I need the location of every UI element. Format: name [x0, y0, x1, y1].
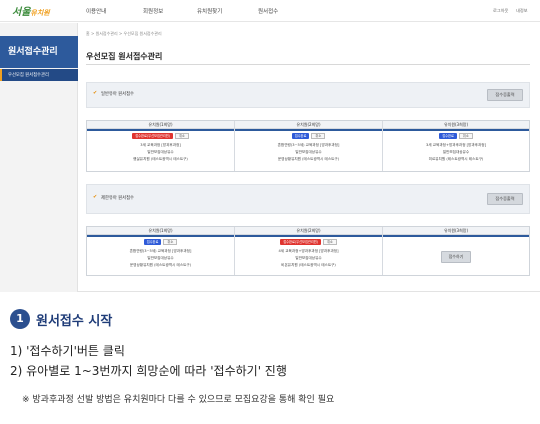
cancel-button[interactable]: 취소 [458, 133, 473, 139]
column-accent [383, 235, 529, 237]
choice-column-3: 유치원(3희망) 접수완료 취소 3세 교육과정+방과후과정 [방과후과정] 일반… [383, 121, 529, 171]
course-line: 3세 교육과정 [방과후과정] [140, 143, 181, 147]
logo-sub: 유치원 [30, 9, 50, 17]
sidebar-title-text: 원서접수관리 [8, 47, 58, 57]
myinfo-link[interactable]: 내정보 [516, 8, 528, 14]
page-title: 우선모집 원서접수관리 [86, 52, 163, 61]
apply-button[interactable]: 접수하기 [441, 251, 471, 263]
target-line: 일반보집대상유수 [295, 150, 322, 154]
course-line: 3세 교육과정+방과후과정 [방과후과정] [426, 143, 486, 147]
column-header: 유치원(3희망) [383, 121, 529, 129]
status-badge: 접수완료 [439, 133, 457, 139]
column-accent [87, 129, 234, 131]
choice-column-2: 유치원(2희망) 접수완료(우선모집관리원) 취소 4세 교육과정+방과후과정 [… [235, 227, 383, 275]
top-bar: 서울유치원 이용안내 회원정보 유치원찾기 원서접수 로그아웃 내정보 [0, 0, 540, 22]
nav-item-find[interactable]: 유치원찾기 [197, 7, 222, 15]
status-badge: 접수완료(우선모집관리원) [280, 239, 321, 245]
column-accent [383, 129, 529, 131]
nav-item-guide[interactable]: 이용안내 [86, 7, 106, 15]
cancel-button[interactable]: 취소 [322, 239, 337, 245]
target-line: 일반보집대상유수 [147, 150, 174, 154]
nav-item-apply[interactable]: 원서접수 [258, 7, 278, 15]
sidebar-item-label: 우선모집 원서접수관리 [8, 73, 49, 78]
restricted-apply-table: 유치원(1희망) 접수완료 취소 혼합연령(3~5세) 교육과정 [방과후과정] … [86, 226, 530, 276]
kindergarten-line: 비온유치원 (테스트광역시 테스트구) [281, 263, 336, 267]
general-apply-panel: ✔ 일반유아 원서접수 접수증출력 [86, 82, 530, 108]
kindergarten-line: 미르유치원 (테스트광역시 테스트구) [428, 157, 484, 161]
app-screenshot: 서울유치원 이용안내 회원정보 유치원찾기 원서접수 로그아웃 내정보 원서접수… [0, 0, 540, 292]
kindergarten-line: 운영상황유치원 (테스트광역시 테스트구) [277, 157, 340, 161]
choice-column-1: 유치원(1희망) 접수완료(우선모집관리원) 취소 3세 교육과정 [방과후과정]… [87, 121, 235, 171]
logout-link[interactable]: 로그아웃 [493, 8, 508, 14]
cancel-button[interactable]: 취소 [311, 133, 326, 139]
target-line: 일반보집대상유수 [295, 256, 322, 260]
course-line: 혼합연령(3~5세) 교육과정 [방과후과정] [129, 249, 192, 253]
restricted-apply-panel: ✔ 제한유아 원서접수 접수증출력 [86, 184, 530, 214]
choice-column-3: 유치원(3희망) 접수하기 [383, 227, 529, 275]
instruction-line-2: 2) 유아별로 1~3번까지 희망순에 따라 '접수하기' 진행 [10, 364, 287, 378]
kindergarten-line: 햇살유치원 (테스트광역시 테스트구) [133, 157, 188, 161]
instruction-note: ※ 방과후과정 선발 방법은 유치원마다 다를 수 있으므로 모집요강을 통해 … [22, 395, 335, 405]
column-header: 유치원(2희망) [235, 227, 382, 235]
target-line: 일반보집대상유수 [442, 150, 470, 154]
status-badge: 접수완료 [291, 133, 310, 139]
status-badge: 접수완료(우선모집관리원) [132, 133, 173, 139]
cancel-button[interactable]: 취소 [163, 239, 178, 245]
step-title: 원서접수 시작 [36, 314, 113, 329]
status-badge: 접수완료 [143, 239, 162, 245]
sidebar-item-priority-apply[interactable]: 우선모집 원서접수관리 [0, 69, 78, 81]
column-header: 유치원(2희망) [235, 121, 382, 129]
logo-text: 서울 [12, 7, 31, 18]
course-line: 4세 교육과정+방과후과정 [방과후과정] [278, 249, 339, 253]
course-line: 혼합연령(3~5세) 교육과정 [방과후과정] [277, 143, 340, 147]
print-receipt-button[interactable]: 접수증출력 [487, 193, 523, 205]
cancel-button[interactable]: 취소 [174, 133, 189, 139]
sidebar: 원서접수관리 우선모집 원서접수관리 [0, 23, 78, 292]
nav-item-member[interactable]: 회원정보 [143, 7, 163, 15]
column-accent [87, 235, 234, 237]
breadcrumb: 홈 > 원서접수관리 > 우선모집 원서접수관리 [86, 31, 162, 36]
restricted-apply-label: 제한유아 원서접수 [101, 196, 134, 201]
target-line: 일반보집대상유수 [147, 256, 174, 260]
choice-column-1: 유치원(1희망) 접수완료 취소 혼합연령(3~5세) 교육과정 [방과후과정] … [87, 227, 235, 275]
column-accent [235, 235, 382, 237]
column-header: 유치원(1희망) [87, 227, 234, 235]
general-apply-table: 유치원(1희망) 접수완료(우선모집관리원) 취소 3세 교육과정 [방과후과정]… [86, 120, 530, 172]
kindergarten-line: 운영상황유치원 (테스트광역시 테스트구) [129, 263, 192, 267]
step-number-badge: 1 [10, 309, 30, 329]
title-divider [86, 64, 530, 65]
check-icon: ✔ [93, 194, 98, 200]
column-header: 유치원(1희망) [87, 121, 234, 129]
general-apply-label: 일반유아 원서접수 [101, 92, 134, 97]
instruction-line-1: 1) '접수하기'버튼 클릭 [10, 344, 125, 358]
sidebar-title: 원서접수관리 [0, 36, 78, 68]
print-receipt-button[interactable]: 접수증출력 [487, 89, 523, 101]
choice-column-2: 유치원(2희망) 접수완료 취소 혼합연령(3~5세) 교육과정 [방과후과정] … [235, 121, 383, 171]
column-accent [235, 129, 382, 131]
site-logo[interactable]: 서울유치원 [12, 3, 50, 18]
column-header: 유치원(3희망) [383, 227, 529, 235]
check-icon: ✔ [93, 90, 98, 96]
